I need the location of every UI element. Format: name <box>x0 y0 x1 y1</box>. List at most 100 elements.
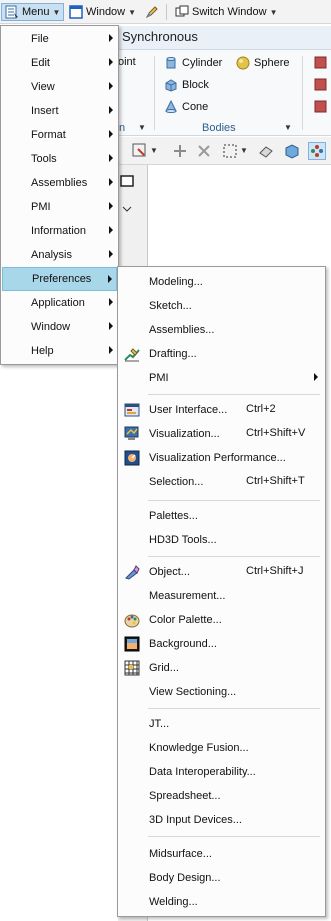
menu-item-label: Drafting... <box>149 348 197 360</box>
menu-item-information[interactable]: Information <box>2 220 117 242</box>
menu-item-3d-input-devices[interactable]: 3D Input Devices... <box>119 809 324 831</box>
cylinder-icon <box>166 57 176 69</box>
snap-icon[interactable] <box>132 143 148 159</box>
tab-synchronous[interactable]: Synchronous <box>122 29 198 44</box>
menu-button[interactable]: Menu ▼ <box>1 3 65 21</box>
chevron-down-icon[interactable]: ▼ <box>284 123 292 132</box>
menu-item-view[interactable]: View <box>2 76 117 98</box>
chevron-down-icon: ▼ <box>128 7 137 17</box>
menu-item-window[interactable]: Window <box>2 316 117 338</box>
chevron-down-icon[interactable] <box>120 205 134 213</box>
menu-item-pmi[interactable]: PMI <box>119 367 324 389</box>
toolbar-separator <box>166 4 167 20</box>
block-button[interactable]: Block <box>164 78 209 92</box>
menu-item-color-palette[interactable]: Color Palette... <box>119 609 324 631</box>
grid-icon <box>124 660 140 676</box>
menu-item-label: Modeling... <box>149 276 203 288</box>
menu-item-application[interactable]: Application <box>2 292 117 314</box>
menu-item-assemblies[interactable]: Assemblies... <box>119 319 324 341</box>
switch-window-button[interactable]: Switch Window ▼ <box>172 3 281 21</box>
drafting-icon <box>124 348 140 362</box>
menu-item-spreadsheet[interactable]: Spreadsheet... <box>119 785 324 807</box>
menu-item-midsurface[interactable]: Midsurface... <box>119 843 324 865</box>
menu-item-user-interface[interactable]: User Interface... Ctrl+2 <box>119 399 324 421</box>
shortcut-label: Ctrl+Shift+T <box>246 475 305 487</box>
menu-item-grid[interactable]: Grid... <box>119 657 324 679</box>
menu-item-tools[interactable]: Tools <box>2 148 117 170</box>
point-snap-icon[interactable] <box>172 143 188 159</box>
menu-separator <box>148 394 320 395</box>
sphere-button[interactable]: Sphere <box>236 56 289 70</box>
menu-item-label: Welding... <box>149 896 198 908</box>
menu-separator <box>148 500 320 501</box>
menu-icon <box>5 5 18 19</box>
shortcut-label: Ctrl+2 <box>246 403 276 415</box>
submenu-arrow-icon <box>109 130 113 138</box>
menu-item-analysis[interactable]: Analysis <box>2 244 117 266</box>
window-icon[interactable] <box>120 175 134 187</box>
menu-item-welding[interactable]: Welding... <box>119 891 324 913</box>
menu-item-visualization-performance[interactable]: Visualization Performance... <box>119 447 324 469</box>
eraser-icon[interactable] <box>258 143 274 159</box>
menu-item-data-interoperability[interactable]: Data Interoperability... <box>119 761 324 783</box>
menu-item-format[interactable]: Format <box>2 124 117 146</box>
shortcut-label: Ctrl+Shift+V <box>246 427 306 439</box>
menu-item-body-design[interactable]: Body Design... <box>119 867 324 889</box>
point-label: oint <box>118 56 136 68</box>
menu-item-label: Selection... <box>149 476 204 488</box>
menu-item-file[interactable]: File <box>2 28 117 50</box>
menu-item-label: 3D Input Devices... <box>149 814 242 826</box>
user-interface-icon <box>124 403 140 417</box>
menu-item-edit[interactable]: Edit <box>2 52 117 74</box>
solid-body-icon[interactable] <box>284 143 300 159</box>
menu-label: Menu <box>22 6 50 18</box>
menu-item-label: Information <box>31 225 87 237</box>
chevron-down-icon[interactable]: ▼ <box>150 146 158 155</box>
scatter-points-icon[interactable] <box>308 142 326 160</box>
ribbon-divider <box>154 56 155 130</box>
menu-item-preferences[interactable]: Preferences <box>2 267 117 291</box>
menu-item-hd3d-tools[interactable]: HD3D Tools... <box>119 529 324 551</box>
menu-item-knowledge-fusion[interactable]: Knowledge Fusion... <box>119 737 324 759</box>
selection-box-icon[interactable] <box>222 143 238 159</box>
point-snap-icon-2[interactable] <box>196 143 212 159</box>
window-icon <box>69 5 83 19</box>
menu-item-pmi[interactable]: PMI <box>2 196 117 218</box>
visualization-icon <box>124 426 139 440</box>
menu-item-measurement[interactable]: Measurement... <box>119 585 324 607</box>
menu-item-object[interactable]: Object... Ctrl+Shift+J <box>119 561 324 583</box>
menu-item-assemblies[interactable]: Assemblies <box>2 172 117 194</box>
menu-item-visualization[interactable]: Visualization... Ctrl+Shift+V <box>119 423 324 445</box>
cone-icon <box>165 100 177 113</box>
window-button[interactable]: Window ▼ <box>66 3 139 21</box>
chevron-down-icon[interactable]: ▼ <box>240 146 248 155</box>
menu-item-label: User Interface... <box>149 404 228 416</box>
menu-item-view-sectioning[interactable]: View Sectioning... <box>119 681 324 703</box>
menu-item-label: Format <box>31 129 66 141</box>
block-icon <box>165 79 177 92</box>
cylinder-button[interactable]: Cylinder <box>164 56 222 70</box>
menu-item-help[interactable]: Help <box>2 340 117 362</box>
visualization-performance-icon <box>124 450 140 466</box>
submenu-arrow-icon <box>109 346 113 354</box>
menu-item-drafting[interactable]: Drafting... <box>119 343 324 365</box>
submenu-arrow-icon <box>109 34 113 42</box>
tool-button[interactable] <box>142 3 162 21</box>
cone-button[interactable]: Cone <box>164 100 208 114</box>
menu-item-palettes[interactable]: Palettes... <box>119 505 324 527</box>
menu-item-label: Analysis <box>31 249 72 261</box>
quick-access-toolbar: Menu ▼ Window ▼ Switch Window ▼ <box>0 0 331 24</box>
menu-item-modeling[interactable]: Modeling... <box>119 271 324 293</box>
menu-item-label: JT... <box>149 718 170 730</box>
menu-item-selection[interactable]: Selection... Ctrl+Shift+T <box>119 471 324 493</box>
pen-tool-icon <box>145 6 158 19</box>
menu-item-label: View <box>31 81 55 93</box>
menu-item-sketch[interactable]: Sketch... <box>119 295 324 317</box>
menu-item-background[interactable]: Background... <box>119 633 324 655</box>
menu-item-insert[interactable]: Insert <box>2 100 117 122</box>
chevron-down-icon[interactable]: ▼ <box>138 123 146 132</box>
main-menu: File Edit View Insert Format Tools Assem… <box>0 25 119 365</box>
menu-item-jt[interactable]: JT... <box>119 713 324 735</box>
point-button[interactable]: oint <box>118 56 136 68</box>
ribbon-divider <box>302 56 303 130</box>
